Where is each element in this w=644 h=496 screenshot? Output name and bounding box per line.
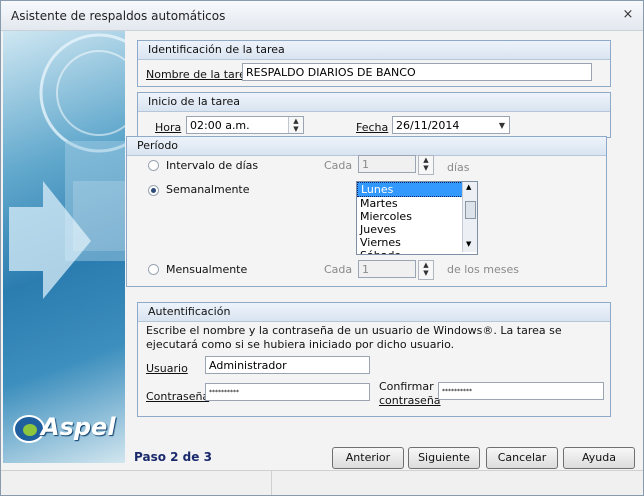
aspel-logo: Aspel: [13, 411, 123, 451]
password-input[interactable]: **********: [205, 383, 370, 401]
authentication-description: Escribe el nombre y la contraseña de un …: [146, 324, 562, 351]
confirm-label-2: contraseña: [379, 394, 441, 407]
user-label: Usuario: [146, 362, 188, 375]
weekday-list-scrollbar[interactable]: ▲ ▼: [462, 182, 477, 252]
list-item[interactable]: Martes: [357, 197, 477, 210]
status-bar: [1, 470, 643, 495]
interval-label: Intervalo de días: [166, 159, 259, 172]
chevron-down-icon[interactable]: ▼: [499, 117, 505, 133]
months-spin-icon[interactable]: ▲ ▼: [418, 260, 434, 280]
back-button[interactable]: Anterior: [332, 447, 404, 469]
user-input[interactable]: Administrador: [205, 356, 370, 374]
interval-radio[interactable]: [148, 160, 159, 171]
task-name-label: Nombre de la tarea: [146, 68, 253, 81]
aspel-logo-text: Aspel: [41, 413, 116, 441]
weekly-radio[interactable]: [148, 185, 159, 196]
date-picker[interactable]: 26/11/2014 ▼: [392, 116, 510, 134]
task-identification-group: Identificación de la tarea Nombre de la …: [137, 40, 611, 87]
task-start-group: Inicio de la tarea Hora 02:00 a.m. ▲ ▼ Fe…: [137, 92, 611, 138]
monthly-cada-label: Cada: [324, 263, 353, 276]
wizard-side-banner: Aspel: [3, 31, 125, 463]
interval-spin-icon[interactable]: ▲ ▼: [418, 155, 434, 175]
title-bar: Asistente de respaldos automáticos ×: [1, 1, 643, 31]
authentication-header: Autentificación: [138, 303, 610, 322]
password-label: Contraseña: [146, 390, 210, 403]
status-divider: [271, 471, 272, 495]
authentication-group: Autentificación Escribe el nombre y la c…: [137, 302, 611, 417]
task-identification-header: Identificación de la tarea: [138, 41, 610, 60]
banner-artwork: [9, 33, 125, 299]
weekday-list[interactable]: Lunes Martes Miercoles Jueves Viernes Sá…: [356, 181, 478, 255]
list-item[interactable]: Sábado: [357, 249, 477, 254]
months-input[interactable]: 1: [358, 260, 416, 278]
cancel-button[interactable]: Cancelar: [486, 447, 558, 469]
scroll-up-icon[interactable]: ▲: [466, 183, 471, 191]
scroll-down-icon[interactable]: ▼: [466, 240, 471, 248]
confirm-label-1: Confirmar: [379, 380, 434, 393]
months-unit: de los meses: [447, 263, 519, 276]
interval-days-unit: días: [447, 161, 470, 174]
list-item[interactable]: Viernes: [357, 236, 477, 249]
hour-input[interactable]: 02:00 a.m. ▲ ▼: [186, 116, 304, 134]
window-title: Asistente de respaldos automáticos: [11, 9, 226, 23]
hour-spin-icon[interactable]: ▲ ▼: [288, 117, 303, 133]
period-group: Período Intervalo de días Cada 1 ▲ ▼ días…: [126, 136, 607, 287]
hour-value: 02:00 a.m.: [190, 119, 250, 132]
task-name-input[interactable]: RESPALDO DIARIOS DE BANCO: [242, 63, 592, 81]
next-button[interactable]: Siguiente: [408, 447, 480, 469]
list-item[interactable]: Jueves: [357, 223, 477, 236]
task-start-header: Inicio de la tarea: [138, 93, 610, 112]
help-button[interactable]: Ayuda: [563, 447, 635, 469]
scroll-thumb[interactable]: [465, 201, 476, 219]
date-label: Fecha: [356, 121, 389, 134]
weekly-label: Semanalmente: [166, 183, 250, 196]
close-icon[interactable]: ×: [621, 8, 635, 22]
monthly-label: Mensualmente: [166, 263, 248, 276]
interval-days-input[interactable]: 1: [358, 155, 416, 173]
list-item[interactable]: Miercoles: [357, 210, 477, 223]
step-indicator: Paso 2 de 3: [134, 450, 212, 464]
interval-cada-label: Cada: [324, 159, 353, 172]
hour-label: Hora: [155, 121, 182, 134]
date-value: 26/11/2014: [396, 119, 460, 132]
confirm-password-input[interactable]: **********: [438, 382, 604, 400]
period-header: Período: [127, 137, 606, 156]
list-item[interactable]: Lunes: [357, 182, 477, 197]
monthly-radio[interactable]: [148, 264, 159, 275]
